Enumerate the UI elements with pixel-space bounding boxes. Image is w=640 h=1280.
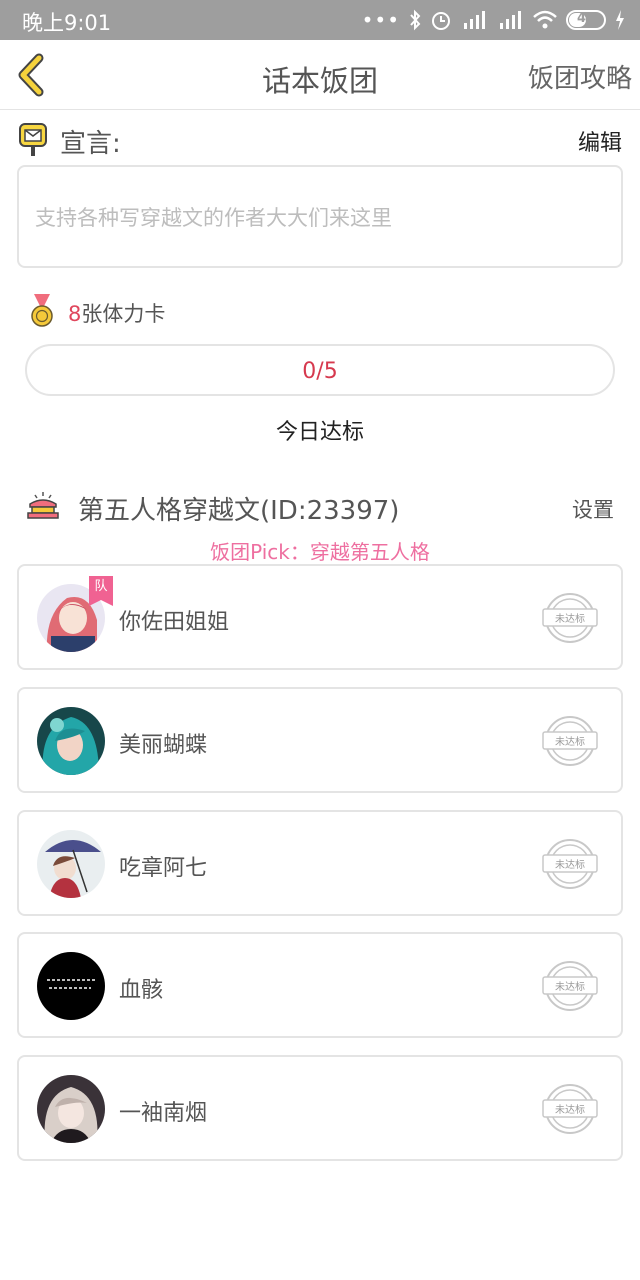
- member-card[interactable]: 血骸 未达标: [17, 932, 623, 1038]
- member-card[interactable]: 一袖南烟 未达标: [17, 1055, 623, 1161]
- signal-hd-icon: [464, 11, 485, 29]
- stamp-text: 未达标: [555, 981, 585, 993]
- stamp-text: 未达标: [555, 1104, 585, 1116]
- declaration-text: 支持各种写穿越文的作者大大们来这里: [35, 206, 392, 230]
- avatar[interactable]: [37, 707, 105, 775]
- not-reached-stamp-icon: 未达标: [542, 593, 598, 643]
- group-pick: 饭团Pick：穿越第五人格: [210, 540, 430, 564]
- stamp-text: 未达标: [555, 859, 585, 871]
- declaration-box[interactable]: 支持各种写穿越文的作者大大们来这里: [17, 165, 623, 268]
- declaration-label: 宣言:: [60, 129, 121, 159]
- signal-hd-icon-2: [500, 11, 521, 29]
- member-name: 吃章阿七: [119, 856, 208, 881]
- member-name: 你佐田姐姐: [119, 610, 230, 635]
- member-name: 一袖南烟: [119, 1101, 208, 1126]
- not-reached-stamp-icon: 未达标: [542, 716, 598, 766]
- not-reached-stamp-icon: 未达标: [542, 961, 598, 1011]
- nav-header: 话本饭团 饭团攻略: [0, 40, 640, 110]
- daily-progress-bar: 0/5: [25, 344, 615, 396]
- stamina-count: 8: [68, 302, 82, 326]
- stamina-cards: 8张体力卡: [68, 298, 165, 328]
- charging-icon: [616, 10, 624, 30]
- status-time: 晚上9:01: [22, 11, 112, 35]
- member-card[interactable]: 美丽蝴蝶 未达标: [17, 687, 623, 793]
- settings-button[interactable]: 设置: [572, 494, 614, 524]
- stamp-text: 未达标: [555, 736, 585, 748]
- member-name: 血骸: [119, 978, 164, 1003]
- battery-level: 49: [576, 11, 596, 26]
- member-card[interactable]: 队 你佐田姐姐 未达标: [17, 564, 623, 670]
- not-reached-stamp-icon: 未达标: [542, 839, 598, 889]
- member-name: 美丽蝴蝶: [119, 733, 208, 758]
- edit-button[interactable]: 编辑: [578, 125, 622, 157]
- avatar[interactable]: [37, 830, 105, 898]
- member-card[interactable]: 吃章阿七 未达标: [17, 810, 623, 916]
- avatar[interactable]: [37, 1075, 105, 1143]
- notification-dots-icon: •••: [361, 8, 400, 32]
- medal-icon: [31, 294, 53, 327]
- alarm-icon: [432, 12, 450, 30]
- mailbox-icon: [19, 123, 47, 156]
- status-bar: 晚上9:01 ••• 49: [0, 0, 640, 40]
- crown-icon: [27, 492, 59, 519]
- battery-icon: 49: [566, 10, 606, 30]
- avatar[interactable]: [37, 952, 105, 1020]
- today-target-label: 今日达标: [275, 420, 364, 445]
- stamp-text: 未达标: [555, 613, 585, 625]
- progress-text: 0/5: [302, 359, 338, 384]
- not-reached-stamp-icon: 未达标: [542, 1084, 598, 1134]
- group-name: 第五人格穿越文(ID:23397): [78, 496, 400, 526]
- status-icons: ••• 49: [362, 6, 626, 34]
- group-row: 第五人格穿越文(ID:23397) 设置: [26, 488, 616, 528]
- guide-link[interactable]: 饭团攻略: [528, 58, 632, 95]
- declaration-row: 宣言: 编辑: [18, 120, 622, 160]
- wifi-icon: [533, 10, 557, 29]
- stamina-unit: 张体力卡: [81, 302, 166, 326]
- bluetooth-icon: [410, 9, 421, 31]
